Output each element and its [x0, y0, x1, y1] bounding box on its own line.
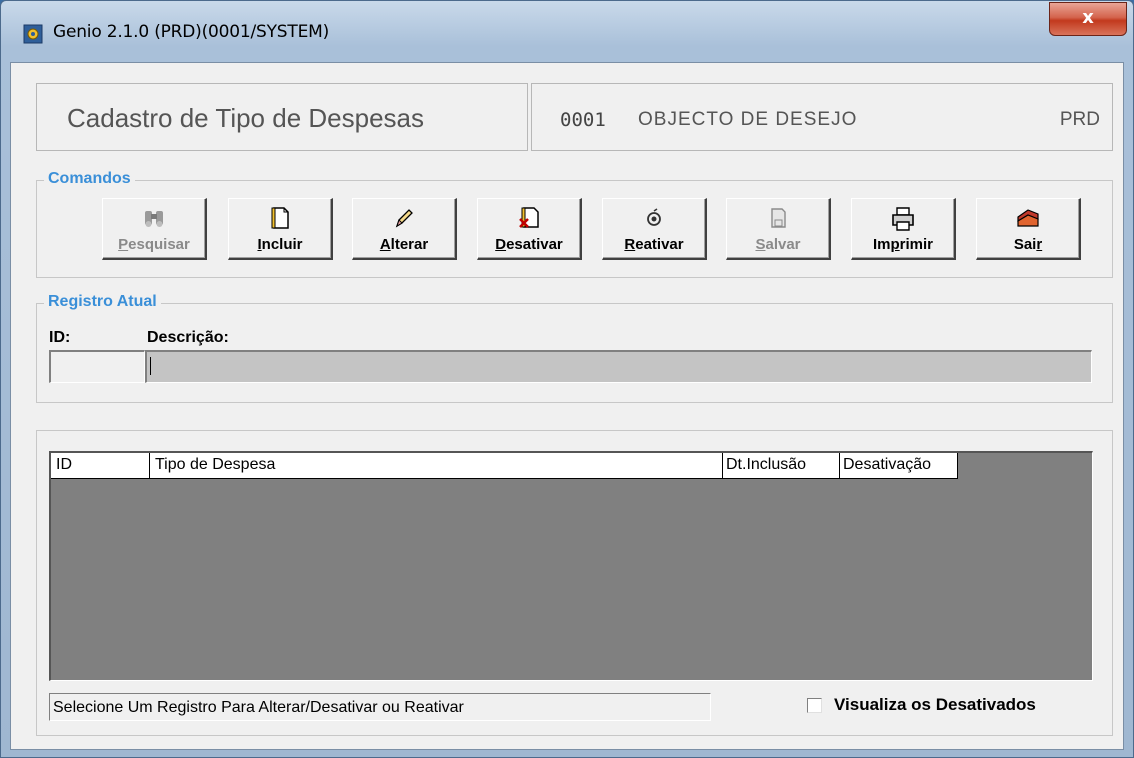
commands-legend: Comandos	[44, 170, 135, 188]
exit-door-icon	[977, 205, 1079, 233]
company-panel: 0001 OBJECTO DE DESEJO PRD	[531, 83, 1113, 151]
company-code: 0001	[560, 109, 606, 131]
id-label: ID:	[49, 329, 71, 346]
client-area: Cadastro de Tipo de Despesas 0001 OBJECT…	[10, 62, 1124, 750]
title-bar[interactable]: Genio 2.1.0 (PRD)(0001/SYSTEM) x	[1, 1, 1133, 61]
current-record-legend: Registro Atual	[44, 293, 161, 311]
delete-document-icon	[478, 205, 580, 233]
environment-code: PRD	[1059, 109, 1100, 130]
status-message: Selecione Um Registro Para Alterar/Desat…	[49, 693, 711, 721]
screen-title: Cadastro de Tipo de Despesas	[36, 83, 528, 151]
desativar-button[interactable]: Desativar	[477, 198, 582, 260]
company-name: OBJECTO DE DESEJO	[638, 109, 858, 130]
column-header-tipo-despesa[interactable]: Tipo de Despesa	[150, 453, 723, 479]
app-icon	[23, 24, 43, 44]
new-document-icon	[229, 205, 331, 233]
grid-header: ID Tipo de Despesa Dt.Inclusão Desativaç…	[51, 453, 958, 479]
id-field[interactable]	[49, 350, 145, 383]
show-inactive-checkbox[interactable]	[807, 697, 822, 713]
sair-button[interactable]: Sair	[976, 198, 1081, 260]
reactivate-icon	[603, 205, 705, 233]
pesquisar-button[interactable]: Pesquisar	[102, 198, 207, 260]
incluir-button[interactable]: Incluir	[228, 198, 333, 260]
imprimir-button[interactable]: Imprimir	[851, 198, 956, 260]
salvar-button[interactable]: Salvar	[726, 198, 831, 260]
show-inactive-checkbox-wrapper[interactable]: Visualiza os Desativados	[807, 693, 1036, 717]
description-label: Descrição:	[147, 329, 229, 346]
records-grid[interactable]: ID Tipo de Despesa Dt.Inclusão Desativaç…	[49, 451, 1093, 681]
window-title: Genio 2.1.0 (PRD)(0001/SYSTEM)	[53, 22, 330, 42]
binoculars-icon	[103, 205, 205, 233]
column-header-dt-inclusao[interactable]: Dt.Inclusão	[723, 453, 840, 479]
pencil-icon	[353, 205, 455, 233]
reativar-button[interactable]: Reativar	[602, 198, 707, 260]
printer-icon	[852, 205, 954, 233]
application-window: Genio 2.1.0 (PRD)(0001/SYSTEM) x Cadastr…	[0, 0, 1134, 758]
column-header-desativacao[interactable]: Desativação	[840, 453, 958, 479]
text-caret	[150, 357, 151, 375]
description-field[interactable]	[145, 350, 1092, 383]
show-inactive-label[interactable]: Visualiza os Desativados	[834, 695, 1036, 715]
save-disk-icon	[727, 205, 829, 233]
alterar-button[interactable]: Alterar	[352, 198, 457, 260]
column-header-id[interactable]: ID	[51, 453, 150, 479]
close-window-button[interactable]: x	[1049, 2, 1127, 36]
